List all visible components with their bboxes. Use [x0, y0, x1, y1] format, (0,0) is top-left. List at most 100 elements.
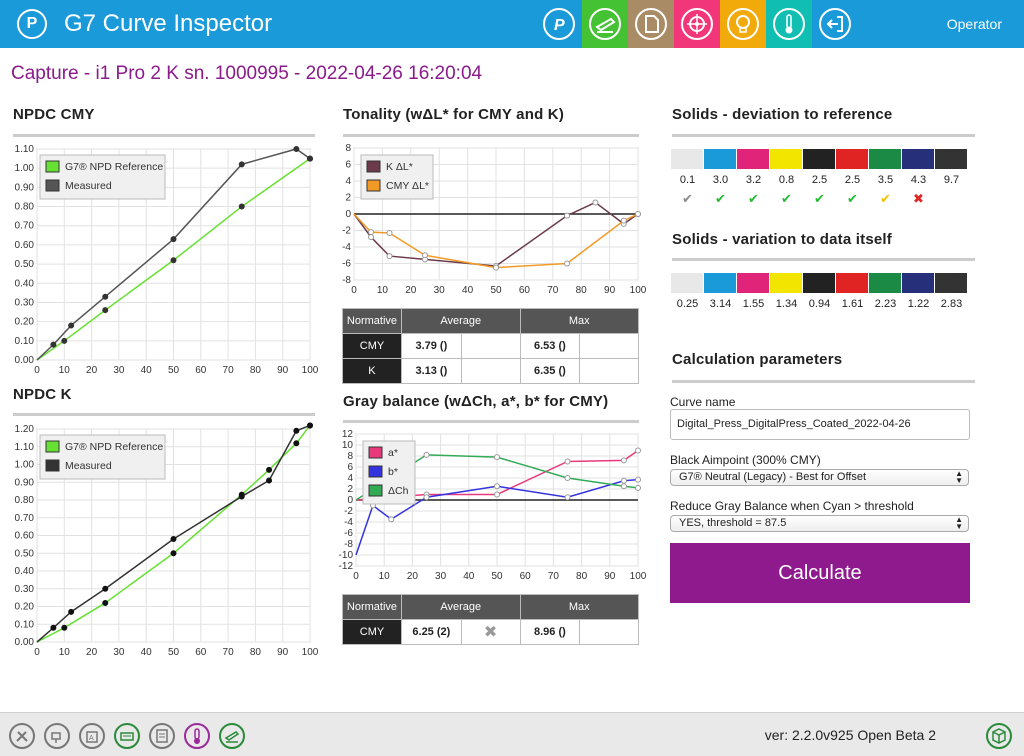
data-point	[238, 203, 245, 210]
y-tick-label: 4	[345, 176, 351, 187]
data-point	[494, 491, 500, 498]
x-tick-label: 40	[141, 365, 153, 376]
tools-icon	[16, 731, 28, 742]
x-tick-label: 30	[113, 365, 125, 376]
ink-sensor-button[interactable]	[582, 0, 628, 48]
calculate-button[interactable]: Calculate	[670, 543, 970, 603]
pass-check-icon: ✔	[781, 191, 792, 206]
y-tick-label: 8	[347, 451, 353, 462]
y-tick-label: 2	[347, 484, 353, 495]
data-point	[293, 427, 300, 434]
deviation-swatch	[902, 149, 935, 169]
variation-value: 0.25	[676, 298, 699, 310]
data-point	[102, 293, 109, 300]
data-point	[620, 477, 627, 484]
variation-value: 2.23	[874, 298, 897, 310]
spray-button[interactable]	[44, 723, 70, 749]
footer-thermometer-button[interactable]	[184, 723, 210, 749]
status-cell	[460, 333, 521, 359]
x-tick-label: 40	[462, 285, 474, 296]
y-tick-label: 0.60	[15, 531, 35, 542]
x-tick-label: 0	[34, 365, 40, 376]
y-tick-label: 8	[345, 143, 351, 154]
data-point	[592, 199, 599, 206]
cube-button[interactable]	[986, 723, 1012, 749]
x-tick-label: 70	[223, 365, 235, 376]
printer-button[interactable]	[114, 723, 140, 749]
pass-check-icon: ✔	[682, 191, 693, 206]
logout-button[interactable]	[812, 0, 858, 48]
reduce-gray-label: Reduce Gray Balance when Cyan > threshol…	[670, 499, 914, 513]
x-tick-label: 60	[520, 571, 532, 582]
data-point	[307, 422, 313, 429]
calc-params-title: Calculation parameters	[672, 351, 843, 368]
data-point	[293, 146, 300, 152]
legend-swatch	[366, 179, 381, 192]
deviation-value: 4.3	[910, 174, 927, 186]
variation-swatch	[704, 273, 737, 293]
lightbulb-button[interactable]	[720, 0, 766, 48]
y-tick-label: 0.90	[15, 477, 35, 488]
data-point	[493, 264, 499, 271]
y-tick-label: 0.60	[15, 240, 35, 251]
curve-name-input[interactable]: Digital_Press_DigitalPress_Coated_2022-0…	[670, 409, 970, 440]
y-tick-label: -12	[339, 561, 354, 572]
data-point	[266, 466, 273, 473]
data-point	[61, 337, 68, 344]
list-doc-icon	[156, 729, 168, 743]
gray-balance-stats-table: Normative Average Max CMY 6.25 (2) ✖ 8.9…	[342, 594, 640, 645]
thermometer-button[interactable]	[766, 0, 812, 48]
gray-balance-chart: -12-10-8-6-4-20246810120 10 20 30 40 50 60 70 80…	[339, 429, 647, 582]
x-tick-label: 100	[630, 571, 647, 582]
document-button[interactable]	[628, 0, 674, 48]
data-point	[170, 536, 177, 543]
deviation-swatch	[704, 149, 737, 169]
data-point	[368, 234, 375, 241]
x-tick-label: 20	[407, 571, 419, 582]
thermometer-icon	[194, 728, 200, 744]
npdc-cmy-title: NPDC CMY	[13, 106, 95, 123]
deviation-swatch	[803, 149, 836, 169]
wifi-doc-button[interactable]: A	[79, 723, 105, 749]
x-tick-label: 50	[490, 285, 502, 296]
variation-value: 2.83	[940, 298, 963, 310]
footer-ink-sensor-button[interactable]	[219, 723, 245, 749]
x-tick-label: 10	[59, 365, 71, 376]
y-tick-label: 4	[347, 473, 353, 484]
legend-swatch	[45, 440, 60, 453]
black-aimpoint-label: Black Aimpoint (300% CMY)	[670, 453, 821, 467]
list-doc-button[interactable]	[149, 723, 175, 749]
tonality-title: Tonality (wΔL* for CMY and K)	[343, 106, 565, 123]
table-row: CMY 3.79 () 6.53 ()	[342, 333, 639, 359]
top-bar: P G7 Curve Inspector P Operator	[0, 0, 1024, 48]
y-tick-label: 10	[342, 440, 354, 451]
target-button[interactable]	[674, 0, 720, 48]
ink-sensor-icon	[595, 17, 616, 33]
data-point	[102, 307, 109, 314]
black-aimpoint-select[interactable]: G7® Neutral (Legacy) - Best for Offset ▲…	[670, 469, 969, 486]
tools-button[interactable]	[9, 723, 35, 749]
fail-cross-icon: ✖	[460, 619, 521, 645]
tonality-stats-table: Normative Average Max CMY 3.79 () 6.53 (…	[342, 308, 640, 384]
reduce-gray-select[interactable]: YES, threshold = 87.5 ▲ ▼	[670, 515, 969, 532]
max-value: 8.96 ()	[519, 619, 581, 645]
y-tick-label: 12	[342, 429, 354, 440]
p-logo-button[interactable]: P	[536, 0, 582, 48]
x-tick-label: 0	[353, 571, 359, 582]
table-row: CMY 6.25 (2) ✖ 8.96 ()	[342, 619, 639, 645]
svg-text:A: A	[89, 735, 94, 742]
data-point	[307, 155, 313, 162]
x-tick-label: 90	[277, 365, 289, 376]
row-label: CMY	[342, 619, 402, 645]
y-tick-label: 1.20	[15, 424, 35, 435]
operator-label[interactable]: Operator	[947, 16, 1002, 32]
average-value: 3.79 ()	[400, 333, 462, 359]
y-tick-label: -8	[344, 539, 353, 550]
y-tick-label: 0.70	[15, 513, 35, 524]
average-value: 3.13 ()	[400, 358, 462, 384]
x-tick-label: 10	[377, 285, 389, 296]
solids-variation-swatches	[671, 273, 968, 293]
app-title: G7 Curve Inspector	[64, 10, 273, 37]
max-value: 6.53 ()	[519, 333, 581, 359]
average-value: 6.25 (2)	[400, 619, 462, 645]
